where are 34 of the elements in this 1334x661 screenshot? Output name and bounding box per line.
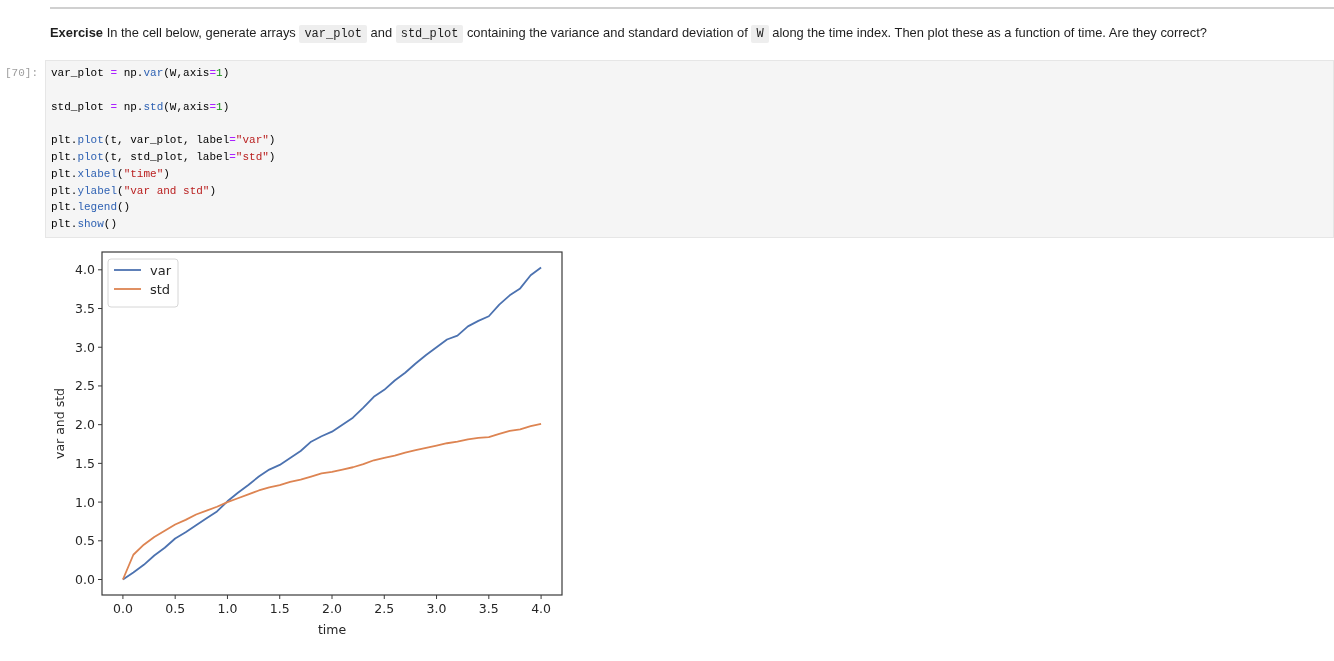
axis-label: time <box>317 621 347 637</box>
code-line: plt.show() <box>51 217 117 233</box>
code-line: plt.plot(t, var_plot, label="var") <box>51 133 276 149</box>
tick-label: 3.5 <box>478 600 499 616</box>
tick-label: 0.5 <box>165 600 186 616</box>
tick-label: 1.5 <box>75 455 95 471</box>
tick-label: 4.0 <box>531 600 552 616</box>
tick-label: 4.0 <box>75 262 95 278</box>
tick-label: 0.0 <box>112 600 133 616</box>
axis-label: var and std <box>52 387 67 459</box>
tick-label: 3.0 <box>75 339 95 355</box>
code-cell[interactable]: var_plot = np.var(W,axis=1) std_plot = np.std(W,axis=1) plt.plot(t, var_plot, label="var") plt.plot(t, std_plot, label="std") plt.xlabel("time") plt.ylabel("var and std") plt.legend() plt.show() <box>45 60 1334 238</box>
tick-label: 2.0 <box>75 417 95 433</box>
code-line: plt.plot(t, std_plot, label="std") <box>51 150 276 165</box>
code-line: plt.legend() <box>51 200 131 216</box>
cell-prompt: [70]: <box>5 66 38 81</box>
legend-label: std <box>150 281 171 297</box>
legend-label: var <box>150 262 171 278</box>
legend-box <box>107 258 179 308</box>
code-line: var_plot = np.var(W,axis=1) <box>51 66 230 81</box>
tick-label: 1.0 <box>217 600 238 616</box>
tick-label: 1.0 <box>75 494 95 510</box>
tick-label: 0.0 <box>75 572 95 587</box>
code-line: plt.ylabel("var and std") <box>51 183 217 199</box>
tick-label: 2.5 <box>374 600 395 616</box>
tick-label: 0.5 <box>75 533 95 549</box>
tick-label: 1.5 <box>269 600 290 616</box>
tick-label: 3.5 <box>75 301 95 316</box>
tick-label: 2.0 <box>322 600 342 616</box>
tick-label: 3.0 <box>426 600 447 616</box>
exercise-text: Exercise In the cell below, generate arrays var_plot and std_plot containing the variance and standard deviation of W along the time index. Then plot these as a function of time. Are they correct? <box>50 24 1207 44</box>
code-line: std_plot = np.std(W,axis=1) <box>51 99 230 115</box>
code-line: plt.xlabel("time") <box>51 166 170 182</box>
tick-label: 2.5 <box>75 378 95 394</box>
